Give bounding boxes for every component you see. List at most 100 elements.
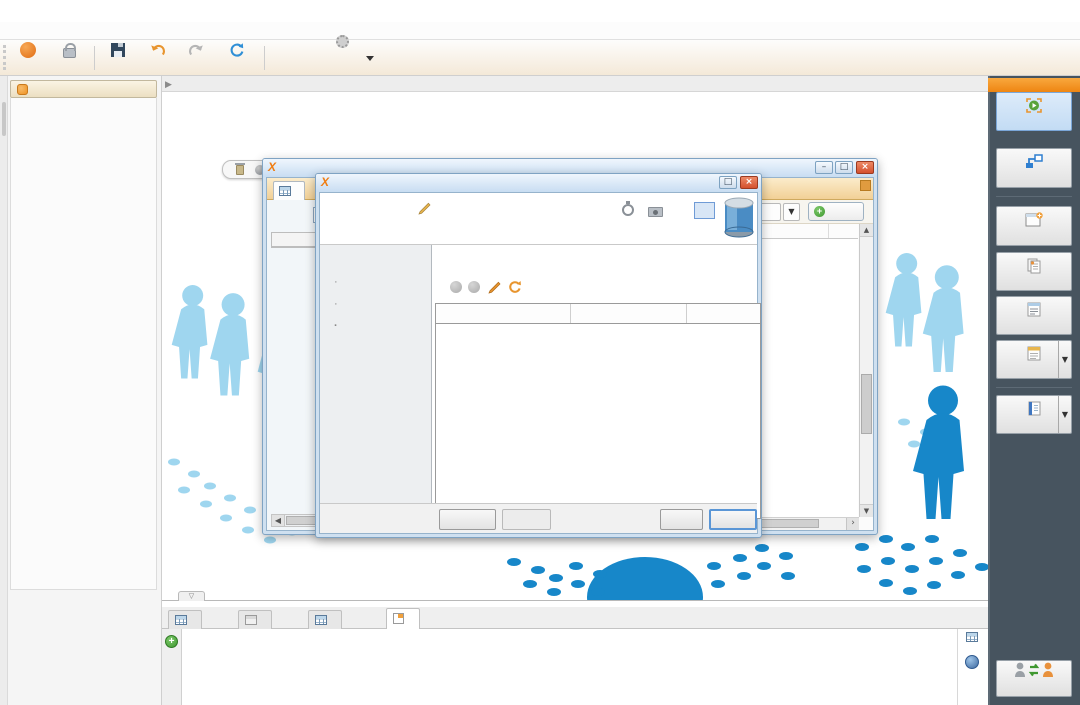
previous-button[interactable] <box>439 509 496 530</box>
window-x-icon: X <box>268 159 276 176</box>
visionx-logo-button[interactable] <box>328 42 358 74</box>
scroll-right-arrow[interactable]: › <box>846 518 859 530</box>
undo-icon <box>140 42 176 59</box>
edit-field-button[interactable] <box>488 280 502 297</box>
reports-button[interactable] <box>996 252 1072 291</box>
add-field-button[interactable] <box>450 281 462 293</box>
finish-button[interactable] <box>660 509 703 530</box>
panel-collapse-button[interactable]: ▽ <box>178 591 205 601</box>
orders-vscrollbar[interactable]: ▲ ▼ <box>859 224 873 517</box>
remove-field-button[interactable] <box>468 281 480 293</box>
scroll-down-arrow[interactable]: ▼ <box>860 504 873 517</box>
design-canvas[interactable]: X – □ × <box>162 92 988 600</box>
cancel-button[interactable] <box>709 509 757 530</box>
visionx-brand-bar <box>988 78 1080 92</box>
reload-button[interactable] <box>216 42 258 74</box>
save-button[interactable] <box>100 42 136 74</box>
window-minimize-button[interactable]: – <box>815 161 833 174</box>
nav-step-choose-database[interactable]: · <box>334 298 342 310</box>
language-en-button[interactable] <box>694 202 715 219</box>
elements-panel-header[interactable] <box>10 80 157 98</box>
table-icon <box>245 615 257 625</box>
tab-s-image[interactable] <box>308 610 342 629</box>
globe-icon[interactable] <box>965 655 979 669</box>
scroll-left-arrow[interactable]: ◀ <box>272 515 285 526</box>
back-icon <box>20 42 36 58</box>
maximize-button[interactable] <box>1000 0 1040 22</box>
delete-icon[interactable] <box>236 165 244 175</box>
nav-step-select-data-source[interactable]: · <box>334 276 342 288</box>
plus-icon: + <box>814 206 825 217</box>
finish-button[interactable] <box>996 92 1072 131</box>
settings-button[interactable]: ▼ <box>996 340 1072 379</box>
new-screen-button[interactable] <box>996 206 1072 246</box>
sidebar-separator <box>996 196 1072 197</box>
image-icon[interactable] <box>648 207 663 217</box>
nav-step-data-informations[interactable]: · <box>334 320 342 332</box>
documents-button[interactable]: ▼ <box>996 395 1072 434</box>
application-window: ▶ <box>0 0 1080 705</box>
switch-user-icon <box>1013 672 1055 683</box>
window-maximize-button[interactable]: □ <box>835 161 853 174</box>
table-icon <box>279 186 291 196</box>
fields-header-row[interactable] <box>436 304 760 324</box>
history-icon[interactable] <box>622 204 634 216</box>
tab-s-item[interactable] <box>238 610 272 629</box>
logout-button[interactable] <box>48 42 90 74</box>
main-toolbar <box>0 40 1080 76</box>
tab-s-ord[interactable] <box>168 610 202 629</box>
editor-right-divider <box>957 629 958 705</box>
tabstrip-corner-button[interactable] <box>860 180 871 191</box>
datasource-titlebar[interactable]: X □ × <box>316 174 761 192</box>
fields-table <box>435 303 761 519</box>
editor-left-strip: + <box>162 629 182 705</box>
minimize-button[interactable] <box>960 0 1000 22</box>
new-table-icon <box>393 613 404 624</box>
breadcrumb: ▶ <box>162 76 988 92</box>
table-view-icon[interactable] <box>966 632 978 642</box>
redo-button[interactable] <box>178 42 214 74</box>
back-button[interactable] <box>10 42 46 74</box>
undo-button[interactable] <box>140 42 176 74</box>
scrollbar-thumb[interactable] <box>861 374 872 434</box>
elements-list <box>10 98 157 590</box>
preview-button[interactable] <box>272 42 318 74</box>
toolbar-separator <box>94 46 95 70</box>
settings-dropdown-arrow[interactable]: ▼ <box>1058 341 1071 378</box>
new-screen-icon <box>1024 220 1044 231</box>
table-editor-area[interactable]: + <box>162 629 988 705</box>
documents-dropdown-arrow[interactable]: ▼ <box>1058 396 1071 433</box>
switch-user-button[interactable] <box>996 660 1072 697</box>
tab-new-table[interactable] <box>386 608 420 630</box>
workflow-button[interactable] <box>996 148 1072 188</box>
menu-button[interactable] <box>996 296 1072 335</box>
dialog-close-button[interactable]: × <box>740 176 758 189</box>
dialog-restore-button[interactable]: □ <box>719 176 737 189</box>
os-titlebar <box>0 0 1080 22</box>
wizard-button-bar <box>320 503 757 533</box>
toolbar-grip[interactable] <box>3 45 6 70</box>
tab-overview[interactable] <box>273 181 305 200</box>
table-icon <box>175 615 187 625</box>
next-button[interactable] <box>502 509 551 530</box>
finish-icon <box>1024 106 1044 117</box>
scroll-up-arrow[interactable]: ▲ <box>860 224 873 237</box>
database-icon <box>722 196 756 241</box>
save-icon <box>111 43 125 57</box>
menu-bar <box>0 22 1080 40</box>
elements-sidebar <box>0 76 162 705</box>
sidebar-collapse-strip[interactable] <box>0 76 8 705</box>
add-column-button[interactable]: + <box>165 635 178 648</box>
edit-pencil-icon <box>418 202 432 218</box>
table-icon <box>315 615 327 625</box>
reload-icon <box>216 42 258 59</box>
new-record-button[interactable]: + <box>808 202 864 221</box>
visionx-sidebar: ▼ ▼ <box>988 76 1080 705</box>
datasource-body: · · · <box>319 192 758 534</box>
toolbar-dropdown-caret[interactable] <box>366 56 374 61</box>
close-button[interactable] <box>1040 0 1080 22</box>
window-close-button[interactable]: × <box>856 161 874 174</box>
sidebar-collapse-handle[interactable] <box>2 102 6 136</box>
refresh-fields-button[interactable] <box>508 280 522 297</box>
toolbar-dropdown-button[interactable]: ▼ <box>783 203 800 221</box>
